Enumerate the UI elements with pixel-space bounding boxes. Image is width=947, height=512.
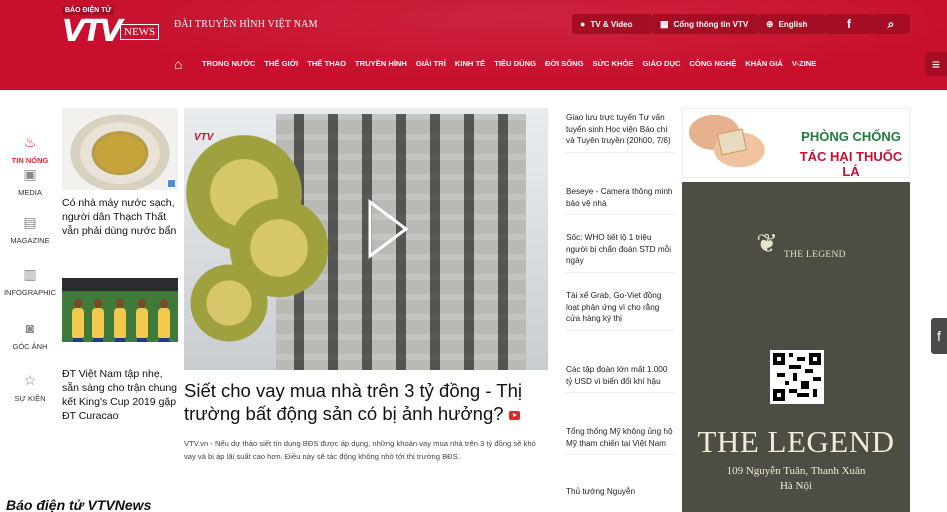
rail-item-infographic[interactable]: ▥ INFOGRAPHIC — [0, 266, 60, 297]
infographic-icon: ▥ — [23, 266, 37, 282]
home-icon[interactable]: ⌂ — [174, 57, 188, 71]
nav-item-the-gioi[interactable]: THẾ GIỚI — [264, 59, 298, 68]
rail-label: GÓC ẢNH — [12, 342, 48, 351]
rail-item-magazine[interactable]: ▤ MAGAZINE — [0, 214, 60, 245]
list-item[interactable]: Giao lưu trực tuyến Tư vấn tuyển sinh Họ… — [566, 112, 674, 153]
anti-smoking-ad[interactable]: PHÒNG CHỐNG TÁC HẠI THUỐC LÁ — [682, 108, 910, 178]
station-name[interactable]: ĐÀI TRUYỀN HÌNH VIỆT NAM — [174, 19, 318, 30]
star-icon: ☆ — [23, 372, 37, 388]
legend-address-line-1: 109 Nguyễn Tuân, Thanh Xuân — [726, 465, 866, 477]
media-icon: ▣ — [23, 166, 37, 182]
rail-label: MEDIA — [18, 188, 42, 197]
magazine-icon: ▤ — [23, 214, 37, 230]
story-image-football[interactable] — [62, 278, 178, 342]
nav-item-suc-khoe[interactable]: SỨC KHỎE — [593, 59, 634, 68]
play-circle-icon: ● — [580, 19, 586, 29]
the-legend-ad[interactable]: ❦ THE LEGEND THE LEGEND 109 Nguyễn Tuân,… — [682, 182, 910, 512]
nav-item-khan-gia[interactable]: KHÁN GIẢ — [745, 59, 783, 68]
list-item[interactable]: Beseye - Camera thông minh bảo vệ nhà — [566, 186, 674, 216]
rail-label: MAGAZINE — [10, 236, 50, 245]
rail-item-tin-nong[interactable]: ♨ TIN NÓNG — [0, 134, 60, 165]
flame-icon: ♨ — [23, 134, 37, 150]
list-item[interactable]: Các tập đoàn lớn mất 1.000 tỷ USD vì biể… — [566, 364, 674, 394]
portal-link[interactable]: ▦ Cổng thông tin VTV — [652, 14, 758, 34]
rail-item-su-kien[interactable]: ☆ SỰ KIỆN — [0, 372, 60, 403]
nav-item-tieu-dung[interactable]: TIÊU DÙNG — [494, 59, 536, 68]
list-item[interactable]: Sốc: WHO tiết lộ 1 triệu người bị chẩn đ… — [566, 232, 674, 273]
nav-item-cong-nghe[interactable]: CÔNG NGHỆ — [689, 59, 736, 68]
rail-label: SỰ KIỆN — [14, 394, 46, 403]
list-item[interactable]: Thủ tướng Nguyễn — [566, 486, 674, 503]
logo-suffix: NEWS — [120, 24, 160, 40]
tree-logo-icon: ❦ — [756, 228, 778, 258]
vtv-news-logo[interactable]: BÁO ĐIỆN TỬ VTV NEWS — [58, 6, 170, 52]
hero-summary: VTV.vn - Nếu dự thảo siết tín dụng BĐS đ… — [184, 439, 536, 461]
tv-video-label: TV & Video — [590, 19, 633, 29]
list-item[interactable]: Tổng thống Mỹ không ủng hộ Mỹ tham chiến… — [566, 426, 674, 456]
ad-line-2: TÁC HẠI THUỐC LÁ — [799, 149, 903, 178]
image-badge-icon — [167, 179, 176, 188]
site-header: BÁO ĐIỆN TỬ VTV NEWS ĐÀI TRUYỀN HÌNH VIỆ… — [0, 0, 947, 90]
rail-label: TIN NÓNG — [11, 156, 49, 165]
hero-headline[interactable]: Siết cho vay mua nhà trên 3 tỷ đồng - Th… — [184, 379, 544, 425]
nav-item-giai-tri[interactable]: GIẢI TRÍ — [416, 59, 446, 68]
video-badge-icon — [508, 411, 520, 420]
portal-icon: ▦ — [660, 18, 669, 29]
legend-brand-small: THE LEGEND — [784, 250, 846, 260]
list-item[interactable]: Tài xế Grab, Go-Viet đồng loạt phản ứng … — [566, 290, 674, 331]
nav-item-trong-nuoc[interactable]: TRONG NƯỚC — [202, 59, 255, 68]
ad-line-1: PHÒNG CHỐNG — [801, 129, 901, 144]
hero-headline-text: Siết cho vay mua nhà trên 3 tỷ đồng - Th… — [184, 380, 522, 424]
story-image-water[interactable] — [62, 108, 178, 190]
facebook-button[interactable]: f — [826, 14, 872, 34]
logo-mark: VTV — [62, 14, 123, 49]
nav-item-kinh-te[interactable]: KINH TẾ — [455, 59, 485, 68]
globe-icon: ⊕ — [766, 18, 774, 29]
play-icon[interactable] — [366, 198, 410, 260]
facebook-icon: f — [847, 17, 851, 31]
rail-item-goc-anh[interactable]: ◙ GÓC ẢNH — [0, 320, 60, 351]
main-nav: TRONG NƯỚC THẾ GIỚI THỂ THAO TRUYỀN HÌNH… — [202, 59, 816, 68]
tv-video-link[interactable]: ● TV & Video — [572, 14, 652, 34]
english-link[interactable]: ⊕ English — [758, 14, 826, 34]
nav-item-v-zine[interactable]: V-ZINE — [792, 59, 816, 68]
legend-address-line-2: Hà Nội — [779, 480, 813, 492]
qr-code-icon — [770, 350, 824, 404]
nav-item-truyen-hinh[interactable]: TRUYỀN HÌNH — [355, 59, 407, 68]
side-facebook-tab[interactable]: f — [931, 318, 947, 354]
nav-item-giao-duc[interactable]: GIÁO DỤC — [642, 59, 680, 68]
story-title-football[interactable]: ĐT Việt Nam tập nhẹ, sẵn sàng cho trận c… — [62, 367, 180, 423]
portal-label: Cổng thông tin VTV — [673, 19, 749, 29]
story-title-water[interactable]: Có nhà máy nước sạch, người dân Thạch Th… — [62, 196, 180, 238]
vtv-watermark: VTV — [194, 132, 214, 143]
hero-video-thumbnail[interactable]: VTV — [184, 108, 548, 370]
nav-item-doi-song[interactable]: ĐỜI SỐNG — [545, 59, 584, 68]
nav-item-the-thao[interactable]: THỂ THAO — [307, 59, 346, 68]
search-icon: ⌕ — [887, 16, 895, 31]
figure-caption: Báo điện tử VTVNews — [6, 497, 152, 512]
hamburger-menu-icon[interactable]: ≡ — [925, 52, 947, 76]
rail-label: INFOGRAPHIC — [3, 288, 57, 297]
english-label: English — [778, 19, 808, 29]
rail-item-media[interactable]: ▣ MEDIA — [0, 166, 60, 197]
legend-brand-big: THE LEGEND — [697, 424, 895, 459]
camera-icon: ◙ — [25, 320, 35, 336]
search-button[interactable]: ⌕ — [872, 14, 910, 34]
